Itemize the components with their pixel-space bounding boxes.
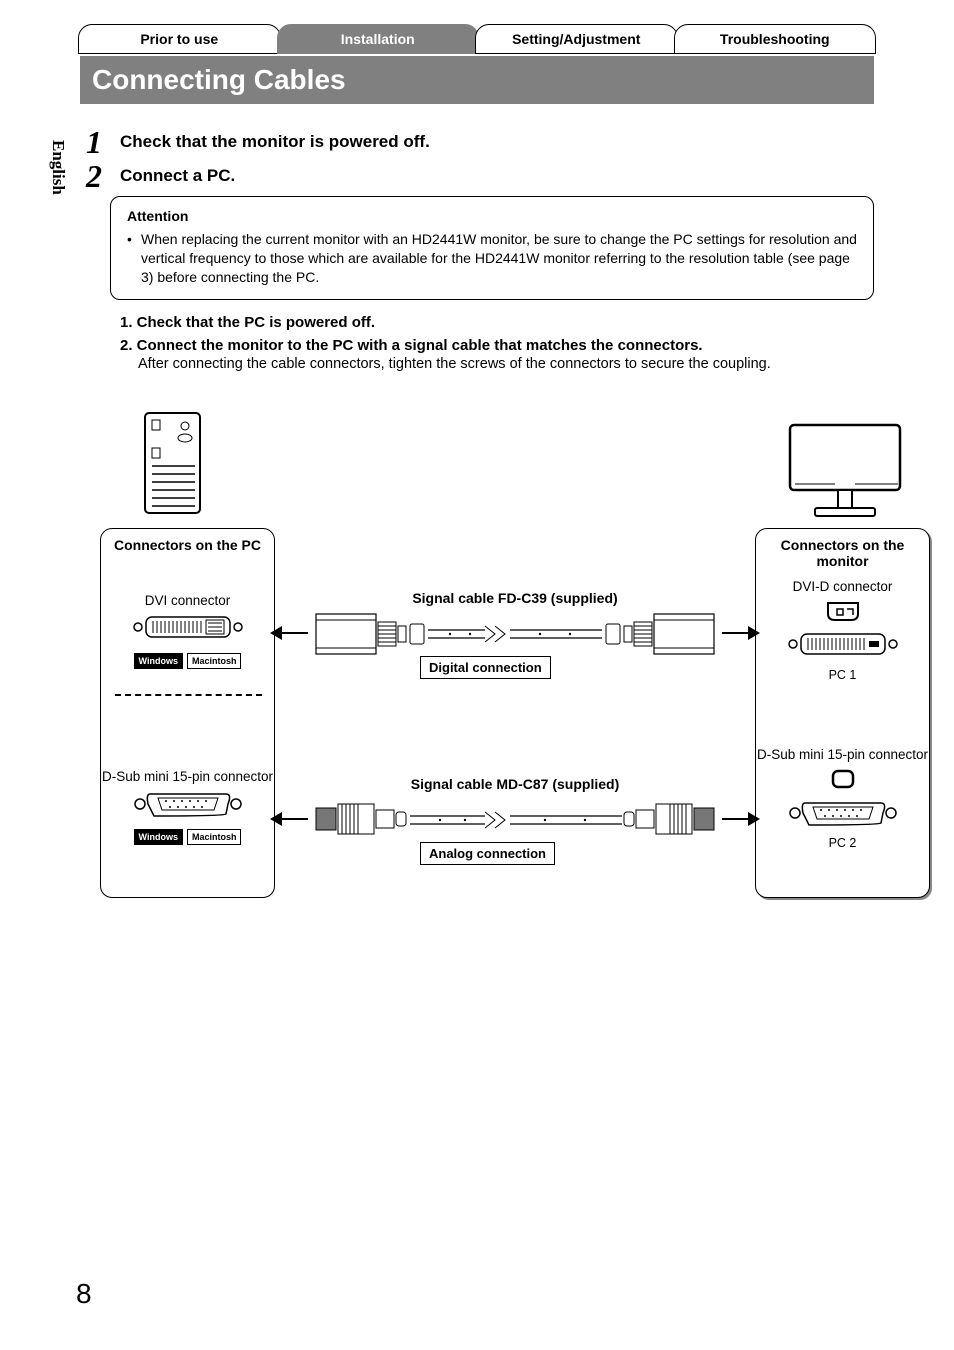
dvi-connector-label-pc: DVI connector (101, 593, 274, 609)
tab-troubleshooting: Troubleshooting (674, 24, 877, 54)
attention-box: Attention • When replacing the current m… (110, 196, 874, 300)
dvi-port-icon-pc (128, 612, 248, 642)
tab-setting-adjustment: Setting/Adjustment (475, 24, 678, 54)
attention-text: When replacing the current monitor with … (141, 230, 857, 287)
dvi-d-connector-label-monitor: DVI-D connector (756, 579, 929, 595)
tab-prior-to-use: Prior to use (78, 24, 281, 54)
dsub-symbol-icon (828, 766, 858, 792)
step-1-number: 1 (86, 124, 102, 161)
dsub-port-icon-monitor (783, 797, 903, 827)
signal-cable-md-c87-label: Signal cable MD-C87 (supplied) (365, 776, 665, 792)
section-tabs: Prior to use Installation Setting/Adjust… (80, 24, 874, 54)
tab-installation: Installation (277, 24, 480, 54)
pc-tower-icon (140, 408, 220, 518)
dvi-d-symbol-icon (823, 598, 863, 624)
sub-step-2-title: 2. Connect the monitor to the PC with a … (120, 337, 874, 354)
connectors-on-pc-panel: Connectors on the PC DVI connector (100, 528, 275, 898)
arrow-icon (722, 818, 750, 820)
arrow-icon (722, 632, 750, 634)
attention-label: Attention (127, 207, 857, 226)
connection-diagram: Connectors on the PC DVI connector (100, 408, 930, 928)
step-2-number: 2 (86, 158, 102, 195)
sub-step-1: 1. Check that the PC is powered off. (120, 314, 874, 331)
pc1-label: PC 1 (756, 668, 929, 682)
dsub-port-icon-pc (128, 788, 248, 818)
step-2: 2 Connect a PC. Attention • When replaci… (120, 166, 874, 928)
signal-cable-fd-c39-label: Signal cable FD-C39 (supplied) (365, 590, 665, 606)
pc2-label: PC 2 (756, 836, 929, 850)
os-badge-macintosh: Macintosh (187, 653, 242, 669)
os-badge-windows: Windows (134, 829, 183, 845)
analog-connection-tag: Analog connection (420, 842, 555, 865)
sub-step-2-note: After connecting the cable connectors, t… (120, 356, 874, 372)
panel-separator (115, 694, 262, 696)
step-1: 1 Check that the monitor is powered off. (120, 132, 874, 152)
step-1-title: Check that the monitor is powered off. (120, 132, 874, 152)
arrow-icon (280, 818, 308, 820)
os-badge-windows: Windows (134, 653, 183, 669)
os-badge-macintosh: Macintosh (187, 829, 242, 845)
page-number: 8 (76, 1278, 92, 1310)
sub-steps: 1. Check that the PC is powered off. 2. … (120, 314, 874, 372)
dsub-connector-label-monitor: D-Sub mini 15-pin connector (756, 747, 929, 763)
dsub-connector-label-pc: D-Sub mini 15-pin connector (101, 769, 274, 785)
connectors-on-pc-title: Connectors on the PC (101, 529, 274, 554)
language-tab: English (48, 140, 68, 195)
digital-connection-tag: Digital connection (420, 656, 551, 679)
connectors-on-monitor-title: Connectors on the monitor (756, 529, 929, 571)
section-title: Connecting Cables (80, 56, 874, 104)
dsub-cable-icon (310, 794, 720, 844)
step-2-title: Connect a PC. (120, 166, 874, 186)
monitor-icon (780, 420, 910, 520)
dvi-d-port-icon-monitor (783, 629, 903, 659)
connectors-on-monitor-panel: Connectors on the monitor DVI-D connecto… (755, 528, 930, 898)
dvi-cable-icon (310, 606, 720, 662)
bullet-icon: • (127, 230, 141, 287)
arrow-icon (280, 632, 308, 634)
